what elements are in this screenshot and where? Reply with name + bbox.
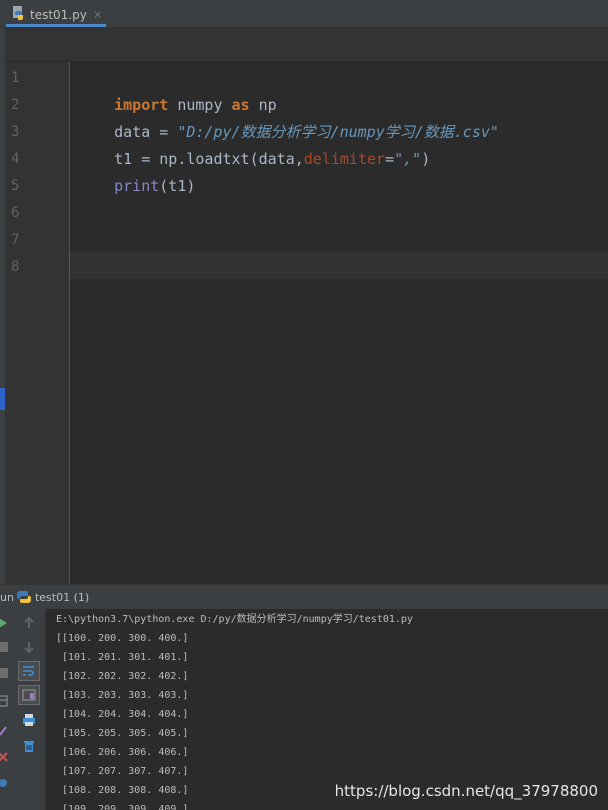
- line-number: 2: [11, 97, 20, 113]
- trash-icon[interactable]: [18, 736, 40, 756]
- close-paren: ): [421, 150, 431, 168]
- console-command-line: E:\python3.7\python.exe D:/py/数据分析学习/num…: [56, 614, 413, 625]
- breadcrumb-bar: [0, 28, 608, 62]
- line-number-gutter: 1 2 3 4 5 6 7 8: [5, 62, 70, 584]
- code-editor[interactable]: import numpy as np data = "D:/py/数据分析学习/…: [70, 62, 608, 584]
- line-number: 1: [11, 70, 20, 86]
- tab-test01-py[interactable]: test01.py ×: [6, 2, 106, 27]
- current-line-highlight: [70, 252, 608, 279]
- console-output-line: [109. 209. 309. 409.]: [56, 804, 189, 810]
- console-output-line: [102. 202. 302. 402.]: [56, 671, 189, 682]
- line-number: 8: [11, 259, 20, 275]
- console-output-line: [105. 205. 305. 405.]: [56, 728, 189, 739]
- builtin-print: print: [114, 177, 160, 195]
- line-number: 6: [11, 205, 20, 221]
- code-line-1[interactable]: import numpy as np: [78, 65, 277, 114]
- run-tab-label[interactable]: test01 (1): [35, 591, 89, 604]
- call-args: (t1): [159, 177, 196, 195]
- soft-wrap-toggle[interactable]: [18, 661, 40, 681]
- line-number: 4: [11, 151, 20, 167]
- python-run-icon: [16, 590, 31, 604]
- console-output-line: [104. 204. 304. 404.]: [56, 709, 189, 720]
- equals-sign: =: [385, 150, 395, 168]
- run-panel-title: un: [0, 590, 14, 604]
- code-line-4[interactable]: print(t1): [78, 146, 195, 195]
- code-line-3[interactable]: t1 = np.loadtxt(data,delimiter=","): [78, 119, 430, 168]
- line-number: 5: [11, 178, 20, 194]
- string-literal: ",": [394, 150, 422, 168]
- keyword-argument: delimiter: [303, 150, 386, 168]
- active-tab-indicator: [6, 24, 106, 27]
- tab-label: test01.py: [30, 7, 87, 22]
- arrow-up-icon[interactable]: [18, 613, 40, 633]
- console-output-line: [107. 207. 307. 407.]: [56, 766, 189, 777]
- arrow-down-icon[interactable]: [18, 637, 40, 657]
- run-toolbar-primary: [0, 609, 12, 810]
- print-icon[interactable]: [18, 710, 40, 730]
- console-output-line: [101. 201. 301. 401.]: [56, 652, 189, 663]
- console-output-line: [108. 208. 308. 408.]: [56, 785, 189, 796]
- console-output-line: [[100. 200. 300. 400.]: [56, 633, 189, 644]
- editor-tab-bar: test01.py ×: [0, 0, 608, 28]
- watermark: https://blog.csdn.net/qq_37978800: [334, 782, 598, 800]
- run-toolbar-secondary: [12, 609, 46, 810]
- line-number: 3: [11, 124, 20, 140]
- python-file-icon: [12, 5, 25, 24]
- console-output-line: [106. 206. 306. 406.]: [56, 747, 189, 758]
- run-panel-header: un test01 (1): [0, 584, 608, 609]
- code-line-2[interactable]: data = "D:/py/数据分析学习/numpy学习/数据.csv": [78, 92, 499, 141]
- run-console[interactable]: E:\python3.7\python.exe D:/py/数据分析学习/num…: [46, 609, 608, 810]
- scroll-to-end-toggle[interactable]: [18, 685, 40, 705]
- close-icon[interactable]: ×: [93, 8, 102, 21]
- line-number: 7: [11, 232, 20, 248]
- console-output-line: [103. 203. 303. 403.]: [56, 690, 189, 701]
